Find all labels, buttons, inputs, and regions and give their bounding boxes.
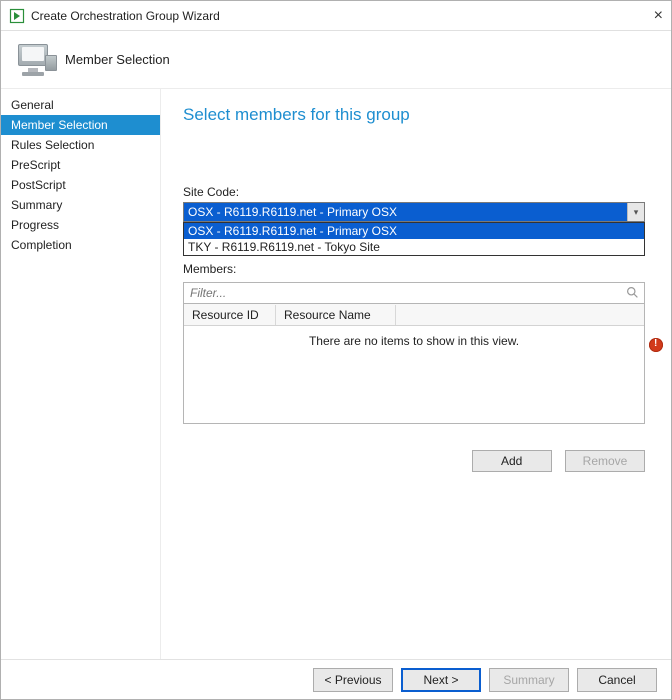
remove-button: Remove (565, 450, 645, 472)
wizard-steps-sidebar: General Member Selection Rules Selection… (1, 89, 161, 659)
window-title: Create Orchestration Group Wizard (31, 9, 623, 23)
sidebar-item-general[interactable]: General (1, 95, 160, 115)
sidebar-item-completion[interactable]: Completion (1, 235, 160, 255)
sidebar-item-postscript[interactable]: PostScript (1, 175, 160, 195)
sitecode-combobox[interactable]: OSX - R6119.R6119.net - Primary OSX ▾ (183, 202, 645, 222)
close-icon[interactable]: × (623, 7, 663, 25)
column-header-resource-name[interactable]: Resource Name (276, 305, 396, 325)
sidebar-item-rules-selection[interactable]: Rules Selection (1, 135, 160, 155)
sitecode-option[interactable]: TKY - R6119.R6119.net - Tokyo Site (184, 239, 644, 255)
sidebar-item-summary[interactable]: Summary (1, 195, 160, 215)
wizard-footer: < Previous Next > Summary Cancel (1, 659, 671, 699)
sitecode-label: Site Code: (183, 185, 645, 199)
page-header: Member Selection (1, 31, 671, 89)
previous-button[interactable]: < Previous (313, 668, 393, 692)
sidebar-item-prescript[interactable]: PreScript (1, 155, 160, 175)
summary-button: Summary (489, 668, 569, 692)
members-filter-input[interactable] (183, 282, 645, 304)
add-button[interactable]: Add (472, 450, 552, 472)
computer-icon (15, 41, 53, 79)
sidebar-item-progress[interactable]: Progress (1, 215, 160, 235)
sidebar-item-member-selection[interactable]: Member Selection (1, 115, 160, 135)
chevron-down-icon[interactable]: ▾ (627, 203, 644, 221)
cancel-button[interactable]: Cancel (577, 668, 657, 692)
wizard-window: Create Orchestration Group Wizard × Memb… (0, 0, 672, 700)
grid-empty-text: There are no items to show in this view. (184, 326, 644, 356)
members-label: Members: (183, 262, 645, 276)
sitecode-dropdown: OSX - R6119.R6119.net - Primary OSX TKY … (183, 222, 645, 256)
column-header-resource-id[interactable]: Resource ID (184, 305, 276, 325)
warning-icon (649, 338, 663, 352)
titlebar: Create Orchestration Group Wizard × (1, 1, 671, 31)
main-content: Select members for this group Site Code:… (161, 89, 671, 659)
app-icon (9, 8, 25, 24)
next-button[interactable]: Next > (401, 668, 481, 692)
page-title: Member Selection (65, 52, 170, 67)
sitecode-option[interactable]: OSX - R6119.R6119.net - Primary OSX (184, 223, 644, 239)
members-grid: Resource ID Resource Name There are no i… (183, 304, 645, 424)
section-heading: Select members for this group (183, 105, 645, 125)
search-icon (626, 286, 639, 302)
sitecode-value: OSX - R6119.R6119.net - Primary OSX (188, 205, 397, 219)
